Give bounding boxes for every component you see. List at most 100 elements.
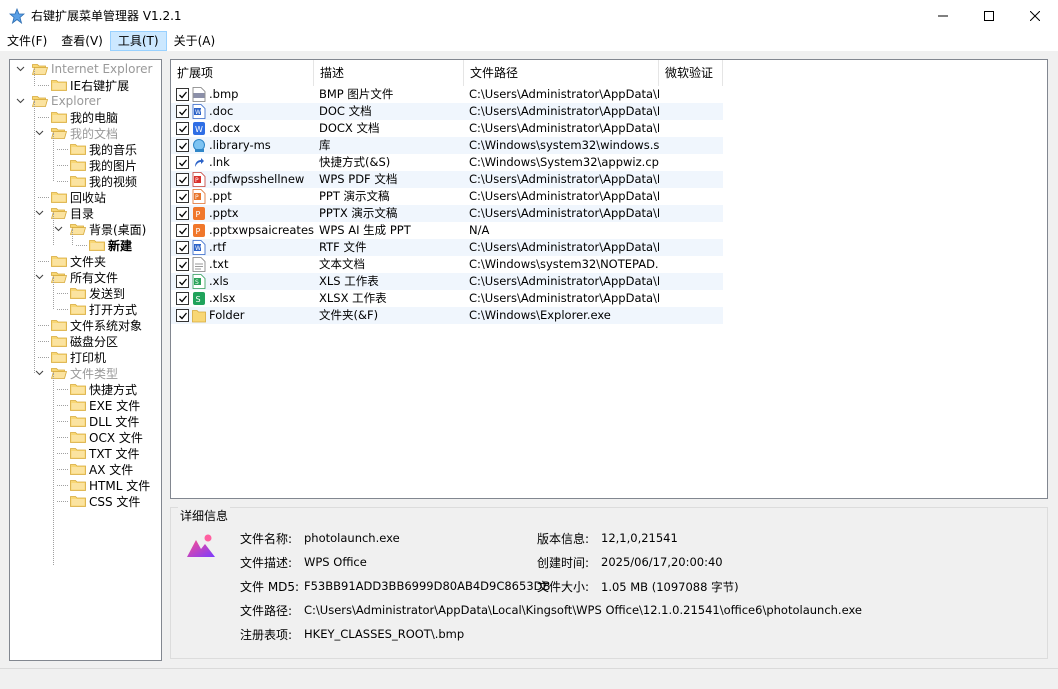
tree-node[interactable]: 回收站 bbox=[38, 189, 106, 205]
row-checkbox[interactable] bbox=[176, 139, 189, 152]
tree-node[interactable]: 背景(桌面) bbox=[54, 221, 146, 237]
chevron-down-icon[interactable] bbox=[16, 64, 25, 73]
minimize-button[interactable] bbox=[920, 0, 966, 31]
table-row[interactable]: W .rtf RTF 文件 C:\Users\Administrator\AppDat… bbox=[171, 239, 723, 256]
folder-icon bbox=[70, 431, 86, 443]
tree-node[interactable]: Internet Explorer bbox=[16, 61, 152, 77]
checkmark-icon bbox=[178, 312, 187, 319]
menu-view[interactable]: 查看(V) bbox=[54, 31, 110, 51]
row-checkbox[interactable] bbox=[176, 309, 189, 322]
cell-path: N/A bbox=[469, 223, 490, 237]
chevron-down-icon[interactable] bbox=[35, 128, 44, 137]
svg-text:W: W bbox=[195, 125, 203, 134]
tree-node-label: EXE 文件 bbox=[89, 398, 141, 413]
row-checkbox[interactable] bbox=[176, 173, 189, 186]
tree-node[interactable]: 所有文件 bbox=[35, 269, 118, 285]
row-checkbox[interactable] bbox=[176, 156, 189, 169]
tree-guide-line bbox=[53, 373, 54, 565]
tree-node[interactable]: IE右键扩展 bbox=[38, 77, 129, 93]
tree-node[interactable]: 我的视频 bbox=[57, 173, 137, 189]
folder-icon bbox=[70, 287, 86, 299]
table-row[interactable]: P .ppt PPT 演示文稿 C:\Users\Administrator\AppD… bbox=[171, 188, 723, 205]
tree-node[interactable]: DLL 文件 bbox=[57, 413, 139, 429]
tree-node[interactable]: CSS 文件 bbox=[57, 493, 140, 509]
row-checkbox[interactable] bbox=[176, 258, 189, 271]
tree-node[interactable]: 文件系统对象 bbox=[38, 317, 143, 333]
tree-node-label: HTML 文件 bbox=[89, 478, 151, 493]
cell-extension: .txt bbox=[171, 256, 314, 273]
folder-icon bbox=[192, 308, 206, 323]
tree-guide-line bbox=[53, 213, 54, 245]
row-checkbox[interactable] bbox=[176, 105, 189, 118]
tree-node[interactable]: 磁盘分区 bbox=[38, 333, 118, 349]
tree-connector bbox=[57, 309, 68, 310]
row-checkbox[interactable] bbox=[176, 122, 189, 135]
tree-node[interactable]: 我的图片 bbox=[57, 157, 138, 173]
tree-node[interactable]: 我的电脑 bbox=[38, 109, 118, 125]
chevron-down-icon[interactable] bbox=[54, 224, 63, 233]
word-file-icon: W bbox=[192, 121, 206, 136]
table-row[interactable]: Folder 文件夹(&F) C:\Windows\Explorer.exe bbox=[171, 307, 723, 324]
table-row[interactable]: P .pptx PPTX 演示文稿 C:\Users\Administrator\Ap… bbox=[171, 205, 723, 222]
tree-node[interactable]: 快捷方式 bbox=[57, 381, 137, 397]
table-row[interactable]: S .xls XLS 工作表 C:\Users\Administrator\AppDa… bbox=[171, 273, 723, 290]
row-checkbox[interactable] bbox=[176, 190, 189, 203]
detail-registry-label: 注册表项: bbox=[240, 628, 293, 642]
row-checkbox[interactable] bbox=[176, 275, 189, 288]
table-row[interactable]: W .doc DOC 文档 C:\Users\Administrator\AppDat… bbox=[171, 103, 723, 120]
maximize-button[interactable] bbox=[966, 0, 1012, 31]
cell-extension: W .docx bbox=[171, 120, 314, 137]
tree-node[interactable]: TXT 文件 bbox=[57, 445, 140, 461]
row-checkbox[interactable] bbox=[176, 88, 189, 101]
row-checkbox[interactable] bbox=[176, 292, 189, 305]
tree-node[interactable]: 新建 bbox=[76, 237, 132, 253]
menu-file[interactable]: 文件(F) bbox=[0, 31, 54, 51]
window-title: 右键扩展菜单管理器 V1.2.1 bbox=[31, 9, 182, 23]
tree-node[interactable]: OCX 文件 bbox=[57, 429, 143, 445]
column-header-verified[interactable]: 微软验证 bbox=[659, 60, 723, 86]
chevron-down-icon[interactable] bbox=[16, 96, 25, 105]
cell-extension: P .pdfwpsshellnew bbox=[171, 171, 314, 188]
menu-about[interactable]: 关于(A) bbox=[167, 31, 223, 51]
menu-tools[interactable]: 工具(T) bbox=[109, 31, 167, 51]
cell-verified bbox=[659, 290, 723, 307]
tree-node-label: 文件系统对象 bbox=[70, 318, 143, 333]
word-file-icon: W bbox=[192, 240, 206, 255]
tree-node-label: 我的图片 bbox=[89, 158, 138, 173]
tree-node[interactable]: 打开方式 bbox=[57, 301, 137, 317]
chevron-down-icon[interactable] bbox=[35, 368, 44, 377]
tree-node[interactable]: AX 文件 bbox=[57, 461, 133, 477]
library-icon bbox=[192, 138, 206, 153]
tree-node[interactable]: 目录 bbox=[35, 205, 94, 221]
tree-node[interactable]: 打印机 bbox=[38, 349, 106, 365]
row-checkbox[interactable] bbox=[176, 207, 189, 220]
cell-description: BMP 图片文件 bbox=[319, 87, 394, 101]
tree-node[interactable]: 我的文档 bbox=[35, 125, 118, 141]
tree-node[interactable]: Explorer bbox=[16, 93, 101, 109]
row-checkbox[interactable] bbox=[176, 241, 189, 254]
column-header-description[interactable]: 描述 bbox=[314, 60, 464, 86]
tree-node[interactable]: 我的音乐 bbox=[57, 141, 137, 157]
extension-list[interactable]: 扩展项 描述 文件路径 微软验证 .bmp BMP 图片文件 C:\Users\Ad… bbox=[170, 59, 1048, 499]
chevron-down-icon[interactable] bbox=[35, 272, 44, 281]
table-row[interactable]: .lnk 快捷方式(&S) C:\Windows\System32\appwiz.c… bbox=[171, 154, 723, 171]
table-row[interactable]: .library-ms 库 C:\Windows\system32\windows.… bbox=[171, 137, 723, 154]
tree-node[interactable]: HTML 文件 bbox=[57, 477, 151, 493]
table-row[interactable]: P .pdfwpsshellnew WPS PDF 文档 C:\Users\Admin… bbox=[171, 171, 723, 188]
category-tree[interactable]: Internet Explorer IE右键扩展 Explorer 我的电脑 我的文档我… bbox=[9, 59, 162, 661]
close-button[interactable] bbox=[1012, 0, 1058, 31]
column-header-extension[interactable]: 扩展项 bbox=[171, 60, 314, 86]
cell-extension: .lnk bbox=[171, 154, 314, 171]
tree-node[interactable]: 文件类型 bbox=[35, 365, 118, 381]
tree-node[interactable]: 发送到 bbox=[57, 285, 125, 301]
chevron-down-icon[interactable] bbox=[35, 208, 44, 217]
column-header-path[interactable]: 文件路径 bbox=[464, 60, 659, 86]
table-row[interactable]: .txt 文本文档 C:\Windows\system32\NOTEPAD.... bbox=[171, 256, 723, 273]
table-row[interactable]: W .docx DOCX 文档 C:\Users\Administrator\AppD… bbox=[171, 120, 723, 137]
table-row[interactable]: S .xlsx XLSX 工作表 C:\Users\Administrator\App… bbox=[171, 290, 723, 307]
tree-node[interactable]: 文件夹 bbox=[38, 253, 106, 269]
row-checkbox[interactable] bbox=[176, 224, 189, 237]
tree-node[interactable]: EXE 文件 bbox=[57, 397, 141, 413]
table-row[interactable]: .bmp BMP 图片文件 C:\Users\Administrator\AppDa… bbox=[171, 86, 723, 103]
table-row[interactable]: P .pptxwpsaicreates... WPS AI 生成 PPT N/A bbox=[171, 222, 723, 239]
